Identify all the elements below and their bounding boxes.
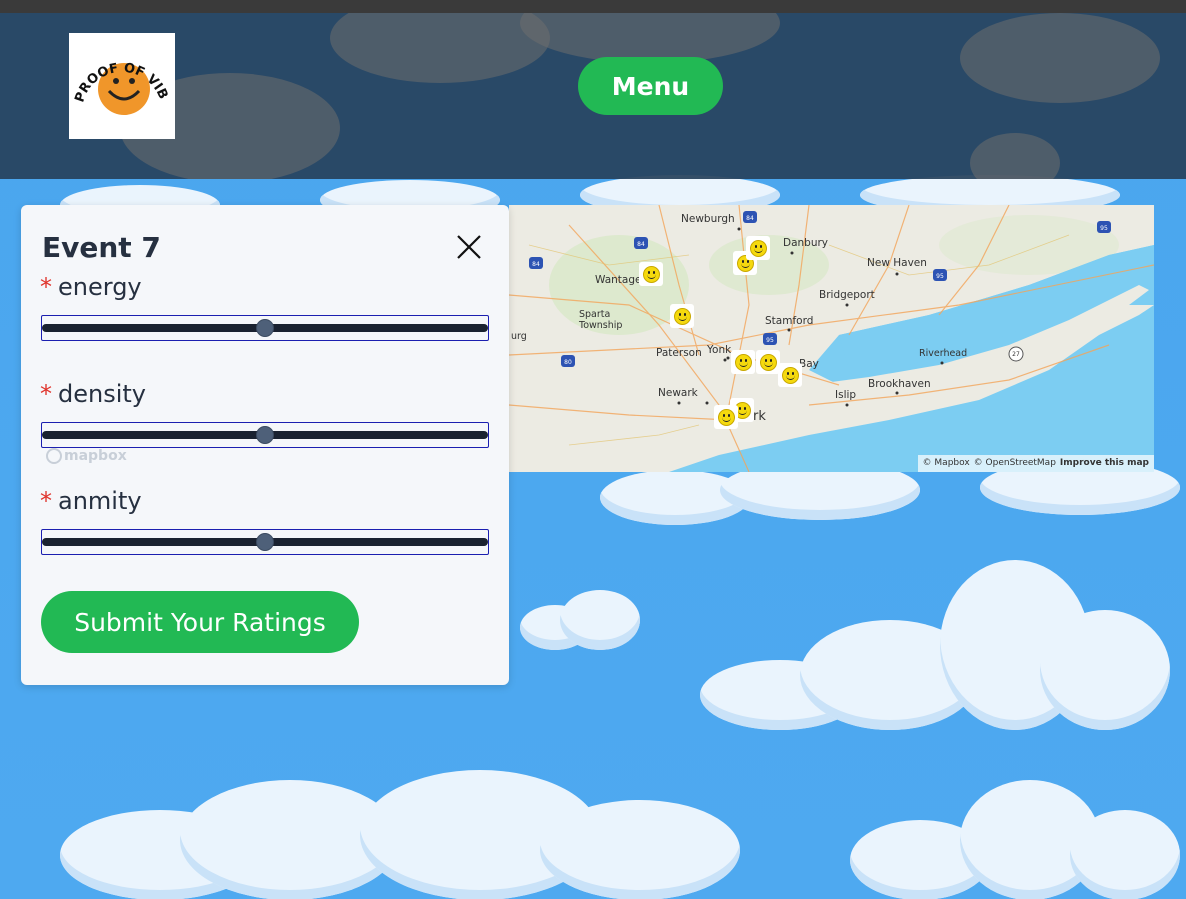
- mapbox-logo[interactable]: mapbox: [46, 448, 127, 464]
- density-label: * density: [40, 380, 146, 408]
- map-label: Newburgh: [681, 213, 735, 225]
- map-attribution: © Mapbox © OpenStreetMap Improve this ma…: [917, 455, 1154, 472]
- map-label: Brookhaven: [868, 378, 931, 390]
- event-title: Event 7: [42, 231, 161, 264]
- map-label: Paterson: [656, 347, 702, 359]
- event-map[interactable]: 84 84 84 95 95 80 95 27 Newburgh Danbury…: [509, 205, 1154, 472]
- event-marker[interactable]: [778, 363, 802, 387]
- map-label: Riverhead: [919, 348, 968, 359]
- mapbox-logo-icon: [46, 448, 62, 464]
- slider-thumb[interactable]: [256, 426, 274, 444]
- required-mark: *: [40, 380, 52, 408]
- energy-label-text: energy: [58, 273, 142, 301]
- density-label-text: density: [58, 380, 146, 408]
- event-marker[interactable]: [639, 262, 663, 286]
- anmity-label-text: anmity: [58, 487, 142, 515]
- cloud-decoration: [850, 780, 1180, 899]
- proof-of-vibes-logo[interactable]: PROOF OF VIBES: [69, 33, 175, 139]
- cloud-decoration: [600, 460, 1180, 530]
- mapbox-logo-text: mapbox: [64, 448, 127, 464]
- improve-map-link[interactable]: Improve this map: [1060, 458, 1149, 469]
- map-label: rk: [753, 409, 766, 424]
- map-label: Bridgeport: [819, 289, 875, 301]
- required-mark: *: [40, 487, 52, 515]
- event-marker[interactable]: [731, 350, 755, 374]
- anmity-slider[interactable]: [41, 529, 489, 555]
- smiley-face-icon: [749, 239, 767, 257]
- svg-text:95: 95: [1100, 225, 1108, 232]
- svg-text:84: 84: [637, 241, 645, 248]
- smiley-face-icon: [734, 353, 752, 371]
- map-label: Islip: [835, 389, 857, 401]
- map-label: urg: [511, 331, 527, 342]
- svg-text:84: 84: [532, 261, 540, 268]
- svg-text:84: 84: [746, 215, 754, 222]
- slider-thumb[interactable]: [256, 533, 274, 551]
- smiley-face-icon: [781, 366, 799, 384]
- map-label: Danbury: [783, 237, 829, 249]
- map-label: Sparta Township: [579, 309, 623, 331]
- event-marker[interactable]: [670, 304, 694, 328]
- event-marker[interactable]: [756, 350, 780, 374]
- smiley-face-icon: [759, 353, 777, 371]
- map-label: Yonk: [707, 344, 732, 356]
- submit-ratings-button[interactable]: Submit Your Ratings: [41, 591, 359, 653]
- svg-text:27: 27: [1012, 351, 1020, 358]
- svg-text:95: 95: [936, 273, 944, 280]
- cloud-decoration: [700, 560, 1170, 740]
- map-label: Newark: [658, 387, 698, 399]
- energy-slider[interactable]: [41, 315, 489, 341]
- event-marker[interactable]: [714, 405, 738, 429]
- smiley-face-icon: [717, 408, 735, 426]
- map-label: Wantage: [595, 274, 642, 286]
- mapbox-attribution-link[interactable]: © Mapbox: [923, 458, 970, 469]
- slider-thumb[interactable]: [256, 319, 274, 337]
- osm-attribution-link[interactable]: © OpenStreetMap: [974, 458, 1056, 469]
- smiley-face-icon: [673, 307, 691, 325]
- event-rating-panel: Event 7 * energy * density mapbox * anmity …: [21, 205, 509, 685]
- map-label: New Haven: [867, 257, 927, 269]
- map-label: Stamford: [765, 315, 814, 327]
- smiley-face-icon: [642, 265, 660, 283]
- cloud-decoration: [520, 590, 640, 650]
- browser-top-strip: [0, 0, 1186, 13]
- close-icon[interactable]: [454, 232, 484, 262]
- menu-button[interactable]: Menu: [578, 57, 723, 115]
- energy-label: * energy: [40, 273, 142, 301]
- density-slider[interactable]: [41, 422, 489, 448]
- required-mark: *: [40, 273, 52, 301]
- anmity-label: * anmity: [40, 487, 142, 515]
- cloud-decoration: [60, 770, 760, 899]
- event-marker[interactable]: [746, 236, 770, 260]
- svg-text:95: 95: [766, 337, 774, 344]
- svg-text:80: 80: [564, 359, 572, 366]
